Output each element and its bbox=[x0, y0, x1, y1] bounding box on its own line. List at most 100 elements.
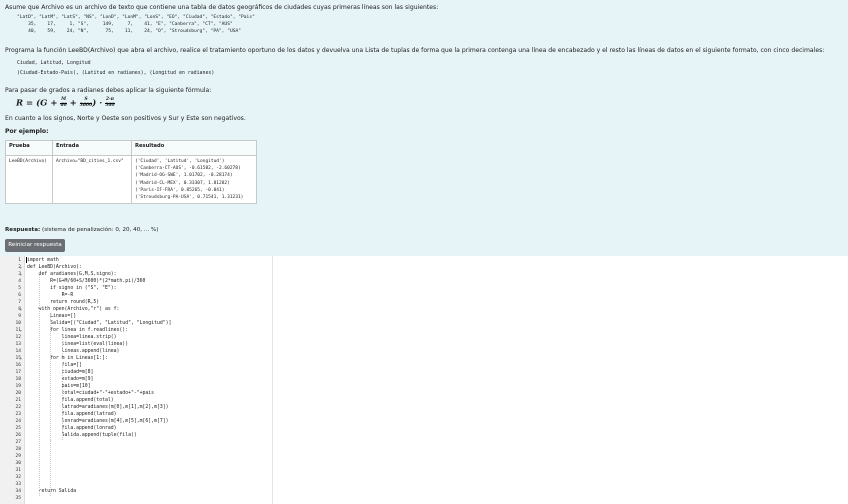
code-editor[interactable]: 1 2 ▾ 3 ▾ 4 5 6 7 8 ▾ 9 10 11 ▾ 12 13 14 15 ▾ 16 17 18 19 20 21 22… bbox=[0, 256, 848, 504]
fold-toggle-icon[interactable]: ▾ bbox=[20, 357, 22, 361]
formula-rhs: ) · bbox=[92, 98, 106, 109]
formula-intro: Para pasar de grados a radianes debes ap… bbox=[5, 87, 212, 94]
example-table: Prueba Entrada Resultado LeeBD(Archivo) … bbox=[5, 140, 257, 205]
line-number: 7 bbox=[18, 300, 21, 305]
line-number: 19 bbox=[15, 384, 21, 389]
penalty-text: (sistema de penalización: 0, 20, 40, ...… bbox=[42, 227, 159, 233]
line-number: 27 bbox=[15, 440, 21, 445]
fold-toggle-icon[interactable]: ▾ bbox=[20, 266, 22, 270]
code-line[interactable]: Lineas.append(linea) bbox=[27, 349, 120, 355]
code-line[interactable]: def LeeBD(Archivo): bbox=[27, 265, 82, 271]
line-number: 5 bbox=[18, 286, 21, 291]
file-sample: "LatD", "LatM", "LatS", "NS", "LonD", "L… bbox=[17, 15, 255, 35]
code-line[interactable]: fila.append(lonrad) bbox=[27, 426, 117, 432]
line-number: 17 bbox=[15, 370, 21, 375]
code-line[interactable]: Lineas=[] bbox=[27, 314, 76, 320]
intro-text: Asume que Archivo es un archivo de texto… bbox=[5, 4, 439, 11]
code-line[interactable]: with open(Archivo,"r") as f: bbox=[27, 307, 120, 313]
result-line: ('Paris-IF-FRA', 0.85265, -0.041) bbox=[135, 187, 225, 193]
answer-header: Respuesta: (sistema de penalización: 0, … bbox=[5, 227, 158, 233]
code-line[interactable]: fila.append(total) bbox=[27, 398, 114, 404]
indent-guide bbox=[50, 440, 52, 496]
code-line[interactable]: fila=[] bbox=[27, 363, 82, 369]
indent-guide bbox=[61, 363, 63, 440]
cell-prueba: LeeBD(Archivo) bbox=[5, 154, 53, 205]
code-line[interactable]: latrad=aradianes(m[0],m[1],m[2],m[3]) bbox=[27, 405, 169, 411]
line-number: 24 bbox=[15, 419, 21, 424]
text-cursor bbox=[26, 257, 27, 263]
format-sample: Ciudad, Latitud, Longitud (Ciudad-Estado… bbox=[17, 60, 215, 76]
code-line[interactable]: Salida=[("Ciudad", "Latitud", "Longitud"… bbox=[27, 321, 171, 327]
result-line: ('Stroudsburg-PA-USA', 0.71541, 1.31231) bbox=[135, 195, 244, 201]
task-text: Programa la función LeeBD(Archivo) que a… bbox=[5, 47, 825, 54]
code-line[interactable]: pais=m[10] bbox=[27, 384, 91, 390]
result-line: ('Madrid-OG-SWE', 1.01702, -0.28174) bbox=[135, 173, 233, 179]
line-number: 25 bbox=[15, 426, 21, 431]
col-header-entrada: Entrada bbox=[52, 140, 132, 156]
indent-guide bbox=[50, 314, 52, 440]
result-line: ('Madrid-CL-MEX', 0.33307, 1.81282) bbox=[135, 180, 230, 186]
line-number-gutter: 1 2 ▾ 3 ▾ 4 5 6 7 8 ▾ 9 10 11 ▾ 12 13 14 15 ▾ 16 17 18 19 20 21 22… bbox=[0, 256, 25, 504]
fraction-pi-den: 360 bbox=[105, 102, 115, 108]
fold-toggle-icon[interactable]: ▾ bbox=[20, 308, 22, 312]
code-line[interactable]: linea=linea.strip() bbox=[27, 335, 117, 341]
code-line[interactable]: import math bbox=[27, 258, 59, 264]
reset-answer-button[interactable]: Reiniciar respuesta bbox=[5, 239, 65, 252]
line-number: 13 bbox=[15, 342, 21, 347]
code-line[interactable]: if signo in ("S", "E"): bbox=[27, 286, 116, 292]
code-line[interactable]: lonrad=aradianes(m[4],m[5],m[6],m[7]) bbox=[27, 419, 169, 425]
line-number: 16 bbox=[15, 363, 21, 368]
code-line[interactable]: R=(G+M/60+S/3600)*(2*math.pi)/360 bbox=[27, 279, 145, 285]
code-line[interactable]: estado=m[9] bbox=[27, 377, 94, 383]
line-number: 6 bbox=[18, 293, 21, 298]
cell-entrada: Archivo="BD_cities_1.csv" bbox=[52, 154, 132, 205]
line-number: 34 bbox=[15, 489, 21, 494]
line-number: 31 bbox=[15, 468, 21, 473]
table-row: LeeBD(Archivo) Archivo="BD_cities_1.csv"… bbox=[5, 154, 257, 205]
line-number: 29 bbox=[15, 454, 21, 459]
line-number: 10 bbox=[15, 321, 21, 326]
line-number: 1 bbox=[18, 258, 21, 263]
formula: R = (G + M 60 + S 3600) · 2·π 360 bbox=[16, 97, 115, 109]
code-line[interactable]: def aradianes(G,M,S,signo): bbox=[27, 272, 117, 278]
code-line[interactable]: for linea in f.readlines(): bbox=[27, 328, 128, 334]
code-line[interactable]: total=ciudad+"-"+estado+"-"+pais bbox=[27, 391, 154, 397]
line-number: 9 bbox=[18, 314, 21, 319]
cell-resultado: ('Ciudad', 'Latitud', 'Longitud') ('Canb… bbox=[131, 154, 257, 205]
result-line: ('Ciudad', 'Latitud', 'Longitud') bbox=[135, 159, 225, 164]
code-line[interactable]: Salida.append(tuple(fila)) bbox=[27, 433, 137, 439]
formula-lhs: R = (G + bbox=[16, 98, 61, 109]
line-number: 28 bbox=[15, 447, 21, 452]
code-line[interactable]: return Salida bbox=[27, 489, 77, 495]
line-number: 4 bbox=[18, 279, 21, 284]
fold-toggle-icon[interactable]: ▾ bbox=[20, 329, 22, 333]
question-panel: Asume que Archivo es un archivo de texto… bbox=[0, 0, 848, 257]
line-number: 22 bbox=[15, 405, 21, 410]
line-number: 35 bbox=[15, 496, 21, 501]
line-number: 32 bbox=[15, 475, 21, 480]
code-line[interactable]: ciudad=m[8] bbox=[27, 370, 94, 376]
line-number: 26 bbox=[15, 433, 21, 438]
line-number: 12 bbox=[15, 335, 21, 340]
print-margin bbox=[272, 256, 273, 504]
code-line[interactable]: linea=list(eval(linea)) bbox=[27, 342, 128, 348]
line-number: 30 bbox=[15, 461, 21, 466]
example-label: Por ejemplo: bbox=[5, 128, 49, 135]
result-line: ('Canberra-CT-AUS', -0.61582, -2.60278) bbox=[135, 166, 241, 172]
answer-label: Respuesta: bbox=[5, 227, 41, 233]
line-number: 21 bbox=[15, 398, 21, 403]
line-number: 33 bbox=[15, 482, 21, 487]
indent-guide bbox=[61, 335, 63, 356]
fold-toggle-icon[interactable]: ▾ bbox=[20, 273, 22, 277]
code-line[interactable]: fila.append(latrad) bbox=[27, 412, 117, 418]
line-number: 23 bbox=[15, 412, 21, 417]
code-line[interactable]: R=-R bbox=[27, 293, 74, 299]
indent-guide bbox=[38, 279, 40, 496]
fraction-s-den: 3600 bbox=[79, 102, 93, 108]
line-number: 18 bbox=[15, 377, 21, 382]
signs-text: En cuanto a los signos, Norte y Oeste so… bbox=[5, 115, 246, 122]
line-number: 20 bbox=[15, 391, 21, 396]
col-header-prueba: Prueba bbox=[5, 140, 53, 156]
col-header-resultado: Resultado bbox=[131, 140, 257, 156]
line-number: 14 bbox=[15, 349, 21, 354]
